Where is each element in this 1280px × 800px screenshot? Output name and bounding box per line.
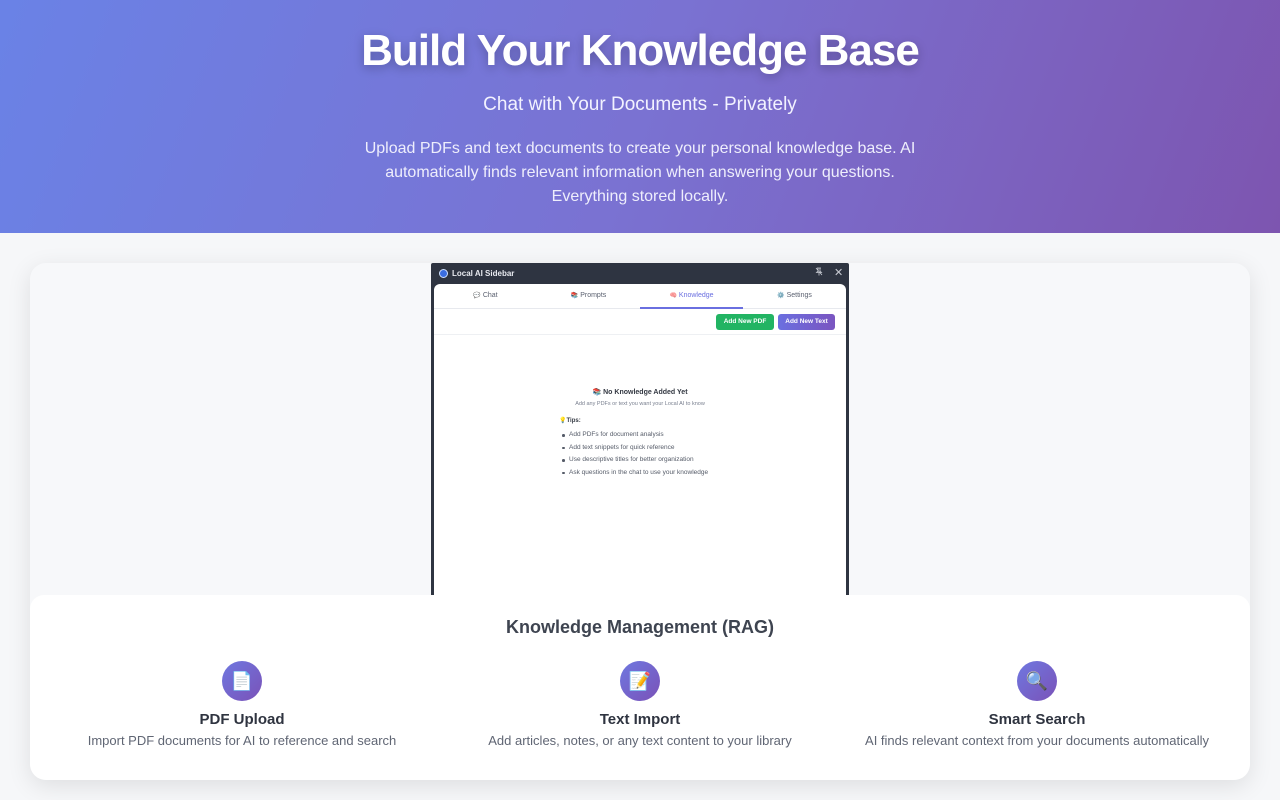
tab-settings[interactable]: ⚙️ Settings <box>743 284 846 309</box>
feature-description: Add articles, notes, or any text content… <box>488 733 792 748</box>
add-text-button[interactable]: Add New Text <box>778 314 835 330</box>
empty-state-subtitle: Add any PDFs or text you want your Local… <box>575 401 705 407</box>
hero-subtitle: Chat with Your Documents - Privately <box>483 94 797 115</box>
features-title: Knowledge Management (RAG) <box>505 617 774 637</box>
tip-item: Ask questions in the chat to use your kn… <box>562 468 732 478</box>
tip-item: Use descriptive titles for better organi… <box>562 455 732 465</box>
tips-list: Add PDFs for document analysis Add text … <box>562 430 732 480</box>
screenshot-card: Local AI Sidebar ✕ 💬 Chat 📚 Prompts 🧠 Knowl… <box>30 263 1250 780</box>
feature-pdf-upload: 📄 PDF Upload Import PDF documents for AI… <box>42 661 442 748</box>
hero-banner: Build Your Knowledge Base Chat with Your… <box>0 0 1280 233</box>
tab-label: Settings <box>786 292 812 299</box>
tip-item: Add text snippets for quick reference <box>562 443 732 453</box>
window-titlebar: Local AI Sidebar ✕ <box>431 263 849 284</box>
features-panel: Knowledge Management (RAG) 📄 PDF Upload … <box>30 595 1250 780</box>
tab-label: Prompts <box>580 292 607 299</box>
close-icon[interactable]: ✕ <box>834 266 843 279</box>
window-title: Local AI Sidebar <box>452 269 515 278</box>
gear-icon: ⚙️ <box>777 293 785 299</box>
feature-title: PDF Upload <box>199 711 285 728</box>
pin-icon[interactable] <box>815 267 823 278</box>
app-logo-icon <box>439 269 448 278</box>
hero-title: Build Your Knowledge Base <box>361 26 920 75</box>
feature-description: AI finds relevant context from your docu… <box>865 733 1209 748</box>
brain-icon: 🧠 <box>669 293 677 299</box>
toolbar-divider <box>434 334 846 335</box>
document-icon: 📄 <box>222 661 262 701</box>
chat-bubble-icon: 💬 <box>473 293 481 299</box>
tip-item: Add PDFs for document analysis <box>562 430 732 440</box>
empty-state-title: 📚 No Knowledge Added Yet <box>592 389 688 396</box>
hero-description: Upload PDFs and text documents to create… <box>364 140 916 205</box>
add-pdf-button[interactable]: Add New PDF <box>716 314 774 330</box>
books-icon: 📚 <box>570 293 579 299</box>
feature-title: Smart Search <box>988 711 1086 728</box>
window-body: 💬 Chat 📚 Prompts 🧠 Knowledge ⚙️ Settings Add… <box>434 284 846 603</box>
feature-smart-search: 🔍 Smart Search AI finds relevant context… <box>837 661 1237 748</box>
feature-description: Import PDF documents for AI to reference… <box>87 733 397 748</box>
tab-bar: 💬 Chat 📚 Prompts 🧠 Knowledge ⚙️ Settings <box>434 284 846 309</box>
tab-label: Knowledge <box>678 292 714 299</box>
tab-chat[interactable]: 💬 Chat <box>434 284 537 309</box>
feature-text-import: 📝 Text Import Add articles, notes, or an… <box>440 661 840 748</box>
search-icon: 🔍 <box>1017 661 1057 701</box>
app-window: Local AI Sidebar ✕ 💬 Chat 📚 Prompts 🧠 Knowl… <box>431 263 849 603</box>
tab-prompts[interactable]: 📚 Prompts <box>537 284 640 309</box>
tab-label: Chat <box>482 292 498 299</box>
tips-label: 💡Tips: <box>559 418 581 424</box>
feature-title: Text Import <box>599 711 681 728</box>
memo-icon: 📝 <box>620 661 660 701</box>
tab-knowledge[interactable]: 🧠 Knowledge <box>640 284 743 309</box>
